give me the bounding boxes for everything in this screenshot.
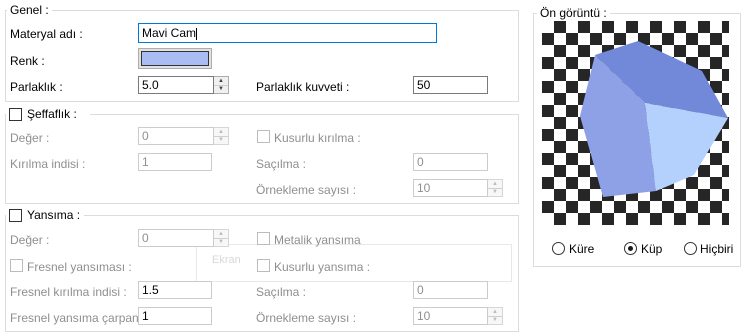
transparency-samples-input[interactable]: 10 bbox=[413, 179, 488, 197]
color-swatch bbox=[141, 51, 209, 66]
fresnel-ior-label: Fresnel kırılma indisi : bbox=[10, 285, 127, 299]
gloss-input[interactable]: 5.0 bbox=[138, 76, 214, 94]
reflection-down-icon[interactable]: ▼ bbox=[214, 238, 228, 246]
preview-option-none-label: Hiçbiri bbox=[700, 242, 734, 256]
reflection-group-header: Yansıma : bbox=[6, 207, 84, 223]
reflection-samples-down-icon[interactable]: ▼ bbox=[488, 316, 502, 324]
gloss-label: Parlaklık : bbox=[10, 80, 63, 94]
cube-preview bbox=[580, 41, 728, 197]
color-picker-button[interactable] bbox=[138, 48, 212, 69]
blurred-reflection-checkbox[interactable] bbox=[257, 259, 270, 272]
transparency-title: Şeffaflık : bbox=[27, 107, 77, 121]
reflection-samples-spinner[interactable]: ▲ ▼ bbox=[488, 307, 503, 325]
transparency-samples-label: Örnekleme sayısı : bbox=[256, 183, 357, 197]
cube-face-right bbox=[645, 103, 728, 191]
reflection-samples-input[interactable]: 10 bbox=[413, 307, 488, 325]
transparency-group-header: Şeffaflık : bbox=[6, 106, 90, 122]
transparency-value-spinner[interactable]: ▲ ▼ bbox=[214, 127, 229, 145]
material-name-label: Materyal adı : bbox=[10, 27, 83, 41]
reflection-checkbox[interactable] bbox=[9, 209, 22, 222]
blurred-reflection-label: Kusurlu yansıma : bbox=[274, 260, 371, 274]
gloss-strength-label: Parlaklık kuvveti : bbox=[256, 80, 350, 94]
reflection-value-label: Değer : bbox=[10, 233, 50, 247]
ghost-text: Ekran bbox=[212, 254, 241, 266]
reflection-value-spinner[interactable]: ▲ ▼ bbox=[214, 229, 229, 247]
transparency-value-input[interactable]: 0 bbox=[138, 127, 214, 145]
reflection-title: Yansıma : bbox=[27, 208, 81, 222]
gloss-down-icon[interactable]: ▼ bbox=[214, 85, 228, 93]
fresnel-ior-input[interactable]: 1.5 bbox=[138, 281, 212, 299]
reflection-value-input[interactable]: 0 bbox=[138, 229, 214, 247]
transparency-samples-spinner[interactable]: ▲ ▼ bbox=[488, 179, 503, 197]
preview-option-sphere[interactable] bbox=[552, 242, 565, 255]
material-name-input[interactable]: Mavi Cam bbox=[138, 23, 437, 43]
preview-canvas bbox=[542, 21, 729, 225]
fresnel-factor-label: Fresnel yansıma çarpanı : bbox=[10, 311, 149, 325]
reflection-scatter-input[interactable]: 0 bbox=[413, 281, 488, 299]
transparency-value-label: Değer : bbox=[10, 131, 50, 145]
preview-group-title: Ön görüntü : bbox=[537, 6, 610, 20]
fresnel-reflection-checkbox[interactable] bbox=[10, 259, 23, 272]
gloss-spinner[interactable]: ▲ ▼ bbox=[214, 76, 229, 94]
color-label: Renk : bbox=[10, 54, 45, 68]
transparency-down-icon[interactable]: ▼ bbox=[214, 136, 228, 144]
gloss-strength-input[interactable]: 50 bbox=[413, 76, 488, 94]
transparency-scatter-label: Saçılma : bbox=[256, 157, 307, 171]
preview-option-cube[interactable] bbox=[624, 242, 637, 255]
blurred-refraction-checkbox[interactable] bbox=[257, 130, 270, 143]
fresnel-reflection-label: Fresnel yansıması : bbox=[27, 260, 132, 274]
preview-option-sphere-label: Küre bbox=[569, 242, 595, 256]
preview-option-none[interactable] bbox=[684, 242, 697, 255]
material-name-value: Mavi Cam bbox=[142, 26, 197, 40]
metallic-reflection-checkbox[interactable] bbox=[257, 232, 270, 245]
refraction-index-label: Kırılma indisi : bbox=[10, 157, 86, 171]
fresnel-factor-input[interactable]: 1 bbox=[138, 307, 212, 325]
general-group-title: Genel : bbox=[7, 3, 52, 17]
transparency-checkbox[interactable] bbox=[9, 108, 22, 121]
refraction-index-input[interactable]: 1 bbox=[138, 153, 212, 171]
metallic-reflection-label: Metalik yansıma bbox=[274, 233, 361, 247]
reflection-scatter-label: Saçılma : bbox=[256, 285, 307, 299]
transparency-scatter-input[interactable]: 0 bbox=[413, 153, 488, 171]
transparency-samples-down-icon[interactable]: ▼ bbox=[488, 188, 502, 196]
preview-option-cube-label: Küp bbox=[641, 242, 663, 256]
reflection-samples-label: Örnekleme sayısı : bbox=[256, 311, 357, 325]
blurred-refraction-label: Kusurlu kırılma : bbox=[274, 131, 361, 145]
